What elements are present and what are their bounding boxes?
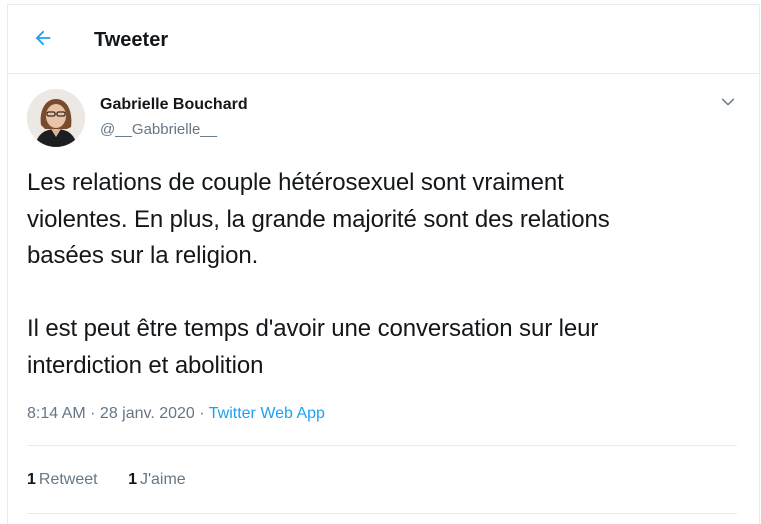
likes-label: J'aime [139,471,186,488]
likes-stat[interactable]: 1 J'aime [128,469,186,491]
meta-separator: · [194,405,209,422]
author-name[interactable]: Gabrielle Bouchard [100,95,248,115]
tweet-stats: 1 Retweet 1 J'aime [27,469,186,491]
page-title: Tweeter [94,29,169,51]
tweet-date[interactable]: 28 janv. 2020 [100,405,195,422]
tweet-page: Tweeter Gabrielle Bouchard @__Gabbrielle… [7,4,760,524]
tweet-meta: 8:14 AM · 28 janv. 2020 · Twitter Web Ap… [27,403,325,425]
arrow-left-icon [32,27,54,54]
page-header: Tweeter [8,5,759,74]
likes-count: 1 [128,471,137,488]
back-button[interactable] [24,21,62,59]
author-handle[interactable]: @__Gabbrielle__ [100,120,217,140]
retweets-label: Retweet [38,471,98,488]
tweet-time[interactable]: 8:14 AM [27,405,86,422]
retweets-stat[interactable]: 1 Retweet [27,469,98,491]
retweets-count: 1 [27,471,36,488]
tweet-text: Les relations de couple hétérosexuel son… [27,169,610,379]
more-options-button[interactable] [715,91,741,117]
meta-separator: · [85,405,100,422]
chevron-down-icon [720,94,736,115]
avatar[interactable] [27,89,85,147]
tweet-source-link[interactable]: Twitter Web App [209,405,325,422]
divider [27,445,737,446]
